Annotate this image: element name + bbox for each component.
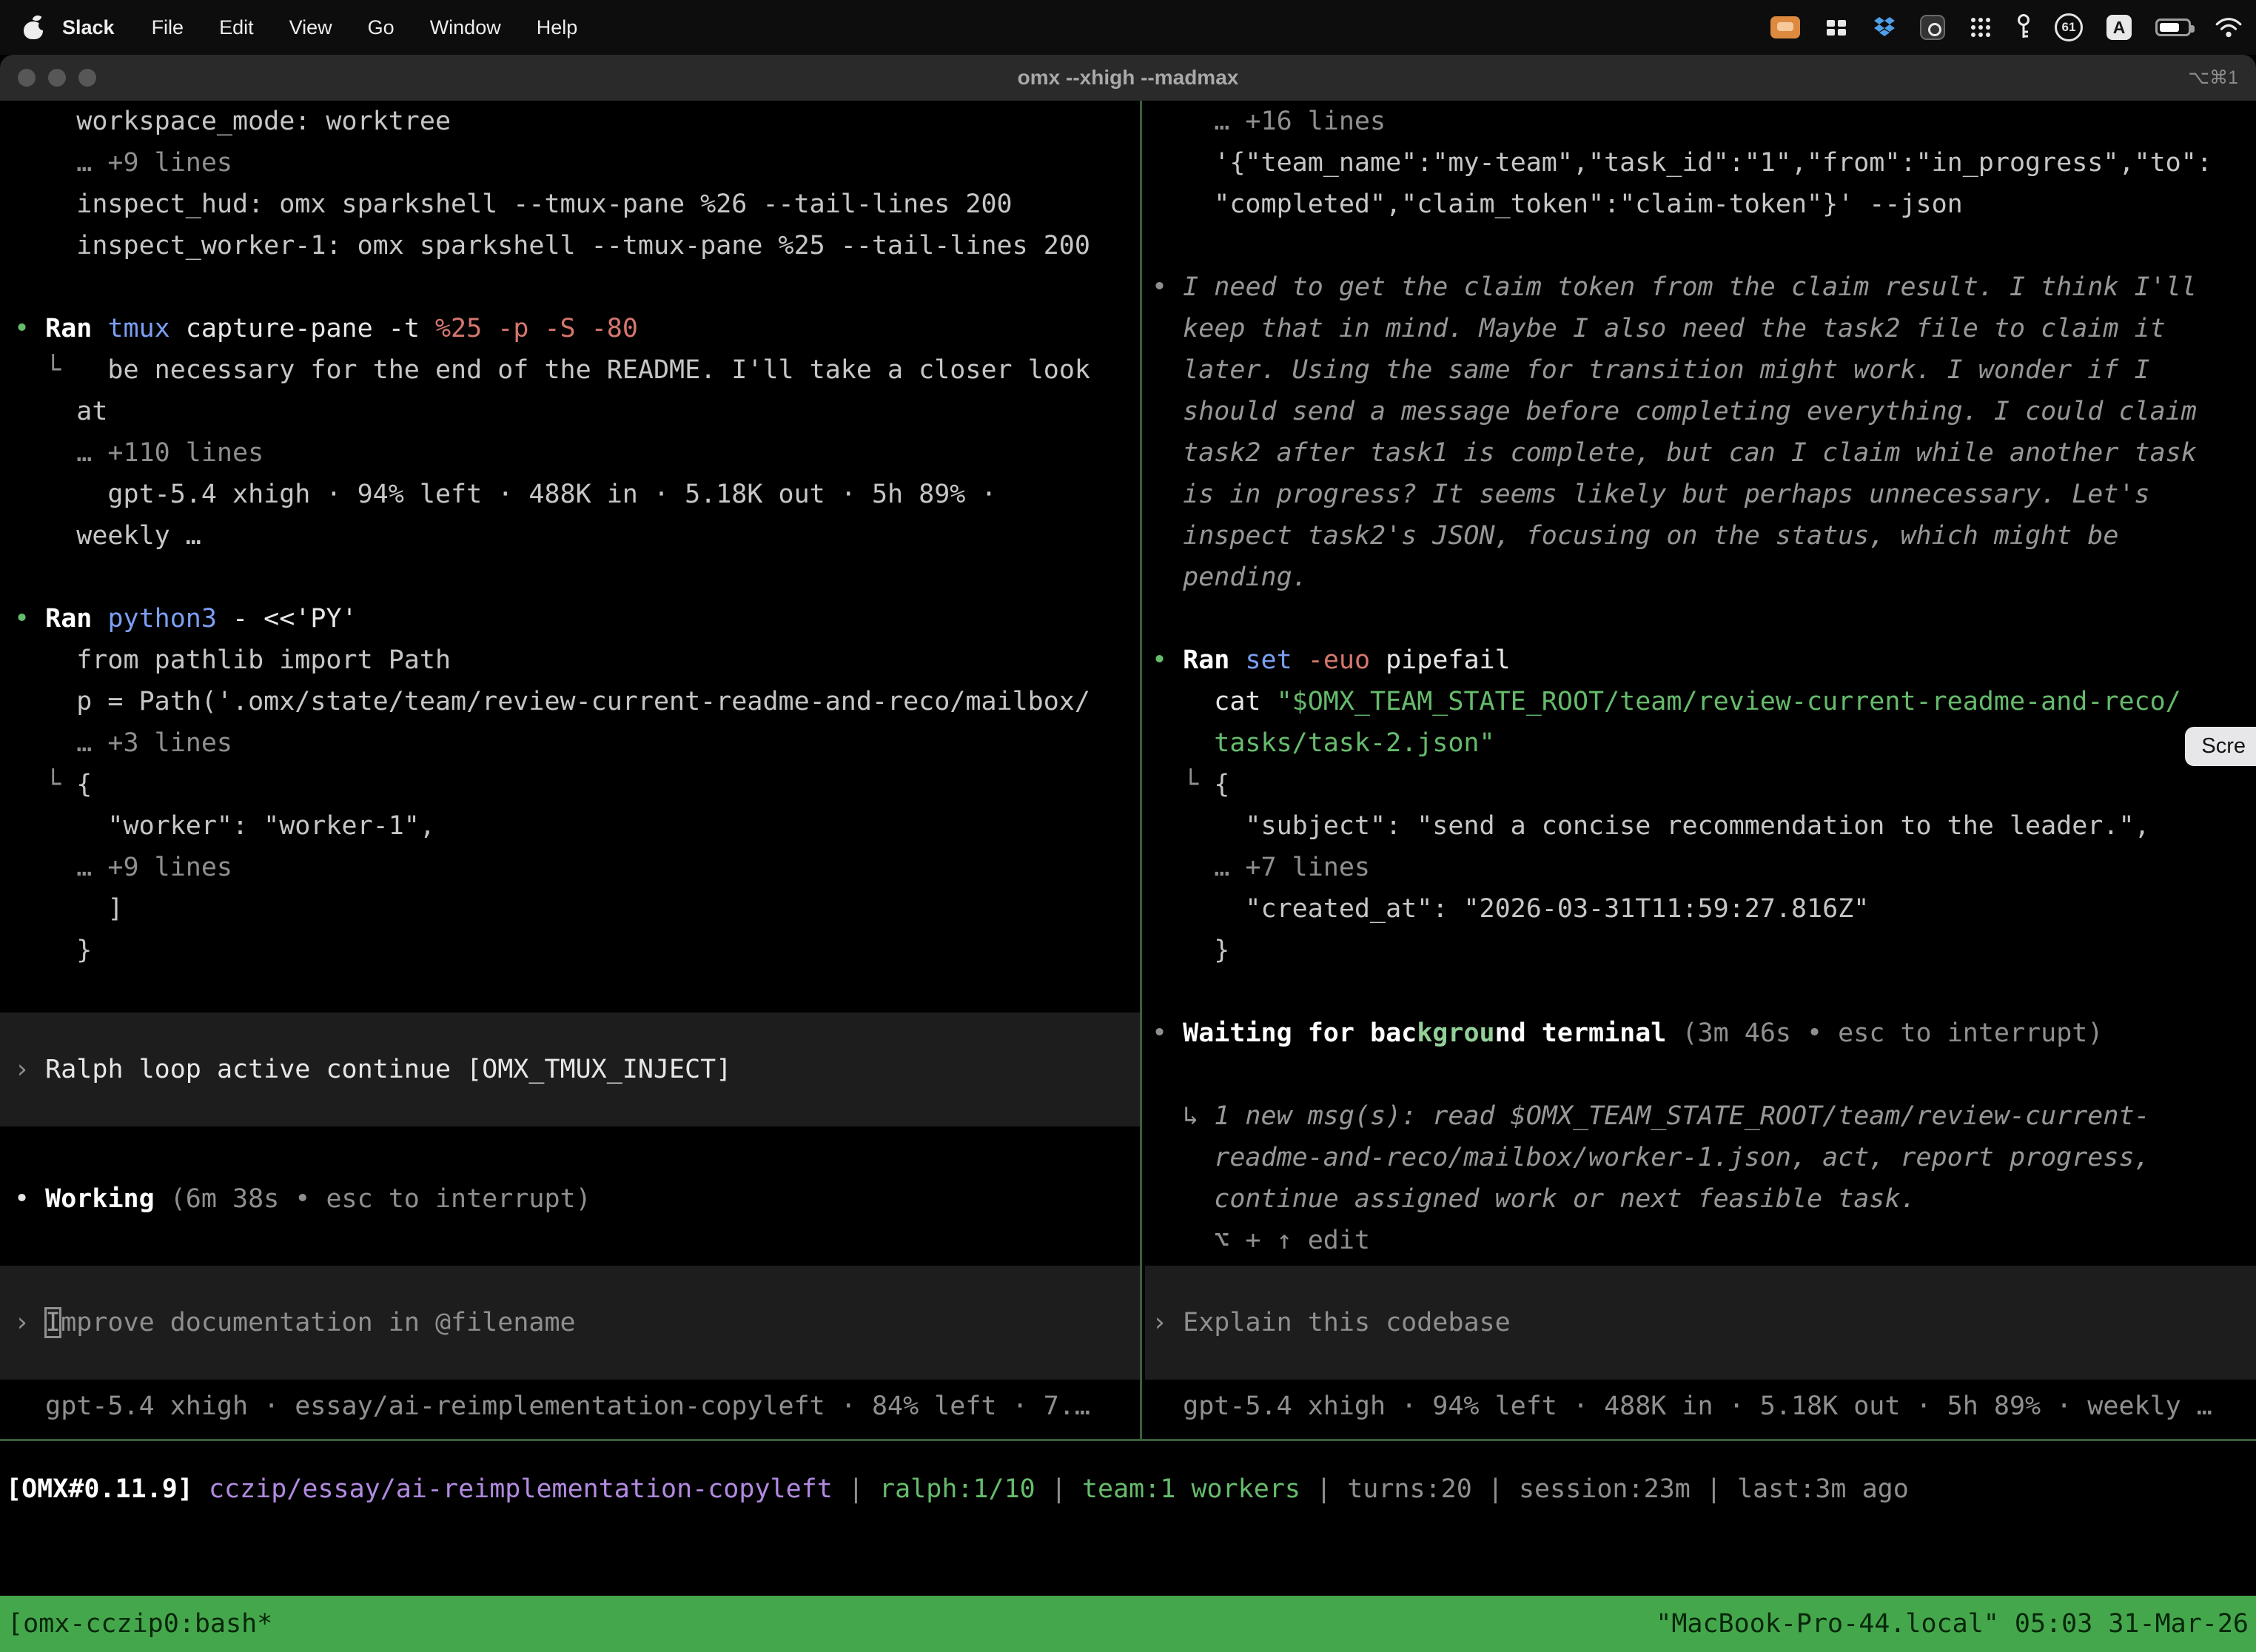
- terminal-line: └ {: [1145, 764, 2256, 805]
- usage-gauge-icon[interactable]: 61: [2055, 13, 2083, 41]
- terminal-line: inspect_worker-1: omx sparkshell --tmux-…: [0, 225, 1140, 266]
- ralph-loop-prompt[interactable]: › Ralph loop active continue [OMX_TMUX_I…: [0, 1013, 1140, 1126]
- menu-bar: Slack File Edit View Go Window Help 61 A: [0, 0, 2256, 55]
- terminal-line: cat "$OMX_TEAM_STATE_ROOT/team/review-cu…: [1145, 681, 2256, 722]
- zoom-window-button[interactable]: [78, 69, 96, 87]
- minimize-window-button[interactable]: [48, 69, 66, 87]
- pane-bottom-border: [0, 1439, 2256, 1441]
- input-source-icon[interactable]: A: [2106, 15, 2132, 40]
- terminal-line: "completed","claim_token":"claim-token"}…: [1145, 184, 2256, 225]
- prompt-suggestion[interactable]: › Explain this codebase: [1145, 1266, 2256, 1380]
- terminal-line: "worker": "worker-1",: [0, 805, 1140, 847]
- terminal-line: }: [1145, 930, 2256, 971]
- app-grid-icon[interactable]: [1969, 16, 1993, 39]
- close-window-button[interactable]: [18, 69, 36, 87]
- terminal-line: '{"team_name":"my-team","task_id":"1","f…: [1145, 142, 2256, 184]
- dropbox-icon[interactable]: [1873, 16, 1896, 39]
- terminal-line: gpt-5.4 xhigh · 94% left · 488K in · 5.1…: [0, 474, 1140, 515]
- screen-recording-icon[interactable]: [1770, 16, 1800, 38]
- apple-menu-icon[interactable]: [24, 16, 43, 39]
- menu-edit[interactable]: Edit: [201, 16, 272, 39]
- menu-bar-status-icons: 61 A: [1770, 13, 2243, 41]
- battery-icon[interactable]: [2155, 19, 2191, 36]
- window-shortcut-hint: ⌥⌘1: [2188, 67, 2256, 89]
- menubar-app-name[interactable]: Slack: [43, 16, 134, 39]
- prompt-input[interactable]: › Improve documentation in @filename: [0, 1266, 1140, 1380]
- terminal-line: at: [0, 391, 1140, 432]
- terminal-line: }: [0, 930, 1140, 971]
- apple-leaf: [33, 13, 42, 22]
- wifi-icon[interactable]: [2215, 16, 2243, 38]
- terminal-line: "subject": "send a concise recommendatio…: [1145, 805, 2256, 847]
- key-icon[interactable]: [2016, 13, 2031, 41]
- battery-fill: [2160, 23, 2179, 32]
- menu-view[interactable]: View: [272, 16, 350, 39]
- menu-bar-left: Slack File Edit View Go Window Help: [24, 16, 595, 39]
- traffic-lights: [0, 69, 96, 87]
- dark-app-icon[interactable]: [1920, 15, 1945, 40]
- terminal-line: ⌥ + ↑ edit: [1145, 1220, 2256, 1261]
- terminal-line: workspace_mode: worktree: [0, 101, 1140, 142]
- terminal: workspace_mode: worktree … +9 lines insp…: [0, 101, 2256, 1596]
- menu-file[interactable]: File: [134, 16, 202, 39]
- thinking-text: • I need to get the claim token from the…: [1145, 266, 2256, 308]
- terminal-line: … +16 lines: [1145, 101, 2256, 142]
- terminal-line: continue assigned work or next feasible …: [1145, 1178, 2256, 1220]
- screen-share-popover[interactable]: Scre: [2185, 727, 2256, 766]
- terminal-line: weekly …: [0, 515, 1140, 557]
- terminal-line: from pathlib import Path: [0, 639, 1140, 681]
- omx-status-line: [OMX#0.11.9] cczip/essay/ai-reimplementa…: [0, 1468, 2256, 1510]
- mailbox-notice: ↳ 1 new msg(s): read $OMX_TEAM_STATE_ROO…: [1145, 1095, 2256, 1137]
- ran-tmux-capture-line: • Ran tmux capture-pane -t %25 -p -S -80: [0, 308, 1140, 349]
- menu-help[interactable]: Help: [519, 16, 596, 39]
- waiting-status: • Waiting for background terminal (3m 46…: [1145, 1013, 2256, 1054]
- model-status-right: gpt-5.4 xhigh · 94% left · 488K in · 5.1…: [1145, 1386, 2256, 1427]
- keyboard-grid-icon[interactable]: [1824, 15, 1849, 40]
- terminal-line: inspect_hud: omx sparkshell --tmux-pane …: [0, 184, 1140, 225]
- terminal-line: task2 after task1 is complete, but can I…: [1145, 432, 2256, 474]
- omx-session-status: [OMX#0.11.9] cczip/essay/ai-reimplementa…: [0, 1468, 2256, 1510]
- terminal-line: ]: [0, 888, 1140, 930]
- terminal-line: keep that in mind. Maybe I also need the…: [1145, 308, 2256, 349]
- window-title-bar: omx --xhigh --madmax ⌥⌘1: [0, 55, 2256, 101]
- terminal-line: p = Path('.omx/state/team/review-current…: [0, 681, 1140, 722]
- terminal-line: is in progress? It seems likely but perh…: [1145, 474, 2256, 515]
- terminal-line: inspect task2's JSON, focusing on the st…: [1145, 515, 2256, 557]
- tmux-host-clock: "MacBook-Pro-44.local" 05:03 31-Mar-26: [1656, 1609, 2249, 1639]
- terminal-line: pending.: [1145, 557, 2256, 598]
- tmux-status-bar: [omx-cczip0:bash* "MacBook-Pro-44.local"…: [0, 1596, 2256, 1652]
- pane-divider[interactable]: [1140, 101, 1142, 1439]
- model-status-left: gpt-5.4 xhigh · essay/ai-reimplementatio…: [0, 1386, 1140, 1427]
- terminal-line: … +3 lines: [0, 722, 1140, 764]
- usage-gauge-value: 61: [2062, 20, 2076, 35]
- terminal-line: └ {: [0, 764, 1140, 805]
- terminal-pane-left: workspace_mode: worktree … +9 lines insp…: [0, 101, 1140, 1439]
- window-title: omx --xhigh --madmax: [0, 66, 2256, 90]
- terminal-line: └ be necessary for the end of the README…: [0, 349, 1140, 391]
- terminal-line: … +9 lines: [0, 847, 1140, 888]
- menu-window[interactable]: Window: [412, 16, 519, 39]
- terminal-line: should send a message before completing …: [1145, 391, 2256, 432]
- terminal-line: tasks/task-2.json": [1145, 722, 2256, 764]
- terminal-line: … +7 lines: [1145, 847, 2256, 888]
- terminal-line: … +110 lines: [0, 432, 1140, 474]
- ran-python-line: • Ran python3 - <<'PY': [0, 598, 1140, 639]
- menu-go[interactable]: Go: [350, 16, 412, 39]
- terminal-line: … +9 lines: [0, 142, 1140, 184]
- terminal-line: "created_at": "2026-03-31T11:59:27.816Z": [1145, 888, 2256, 930]
- terminal-line: readme-and-reco/mailbox/worker-1.json, a…: [1145, 1137, 2256, 1178]
- ran-set-line: • Ran set -euo pipefail: [1145, 639, 2256, 681]
- tmux-session-label: [omx-cczip0:bash*: [7, 1609, 272, 1639]
- terminal-line: later. Using the same for transition mig…: [1145, 349, 2256, 391]
- terminal-pane-right: … +16 lines '{"team_name":"my-team","tas…: [1145, 101, 2256, 1439]
- working-status: • Working (6m 38s • esc to interrupt): [0, 1178, 1140, 1220]
- battery-nub: [2191, 25, 2195, 33]
